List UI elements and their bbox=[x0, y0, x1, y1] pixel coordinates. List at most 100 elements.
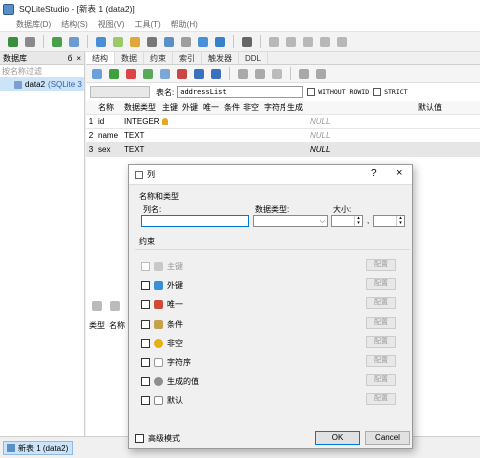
settings-icon[interactable] bbox=[240, 35, 254, 49]
window-task-button[interactable]: 新表 1 (data2) bbox=[3, 441, 73, 455]
configure-check-button[interactable]: 配置 bbox=[366, 317, 396, 329]
table-row[interactable]: 2 name TEXT NULL bbox=[86, 129, 480, 143]
menu-view[interactable]: 视图(V) bbox=[98, 19, 125, 30]
cascade-icon[interactable] bbox=[318, 35, 332, 49]
spin-arrows-icon[interactable]: ▴ ▾ bbox=[396, 216, 404, 226]
table-row[interactable]: 1 id INTEGER NULL bbox=[86, 115, 480, 129]
tab-triggers[interactable]: 触发器 bbox=[202, 52, 239, 64]
database-select[interactable] bbox=[90, 86, 150, 98]
new-table-icon[interactable] bbox=[94, 35, 108, 49]
foreign-key-checkbox[interactable] bbox=[141, 280, 150, 290]
edit-db-icon[interactable] bbox=[67, 35, 81, 49]
export-icon[interactable] bbox=[196, 35, 210, 49]
tab-constraints[interactable]: 约束 bbox=[144, 52, 173, 64]
generated-checkbox[interactable] bbox=[141, 376, 150, 386]
import-icon[interactable] bbox=[213, 35, 227, 49]
db-filter-input[interactable]: 按名称过滤 bbox=[0, 65, 84, 78]
delete-constraint-icon[interactable] bbox=[270, 67, 284, 81]
refresh-icon[interactable] bbox=[90, 67, 104, 81]
db-tree-item-path: (SQLite 3 bbox=[48, 80, 82, 89]
close-panel-icon[interactable]: × bbox=[76, 54, 81, 63]
cell-name[interactable]: id bbox=[96, 115, 122, 129]
database-panel-header: 数据库 б × bbox=[0, 52, 84, 65]
tab-indexes[interactable]: 索引 bbox=[173, 52, 202, 64]
window-list-icon[interactable] bbox=[335, 35, 349, 49]
delete-column-icon[interactable] bbox=[175, 67, 189, 81]
ok-button[interactable]: OK bbox=[315, 431, 360, 445]
add-column-icon[interactable] bbox=[141, 67, 155, 81]
constraint-row-collate: 字符序 配置 bbox=[141, 355, 396, 369]
cell-name[interactable]: name bbox=[96, 129, 122, 143]
default-checkbox[interactable] bbox=[141, 395, 150, 405]
add-constraint-icon[interactable] bbox=[236, 67, 250, 81]
configure-default-button[interactable]: 配置 bbox=[366, 393, 396, 405]
column-name-input[interactable] bbox=[141, 215, 249, 227]
without-rowid-checkbox[interactable] bbox=[307, 88, 316, 96]
tile-horizontal-icon[interactable] bbox=[284, 35, 298, 49]
function-icon[interactable] bbox=[145, 35, 159, 49]
collate-checkbox[interactable] bbox=[141, 357, 150, 367]
edit-table-constraint-icon[interactable] bbox=[108, 299, 122, 313]
cell-name[interactable]: sex bbox=[96, 143, 122, 157]
cell-pk bbox=[160, 115, 180, 129]
edit-table-icon[interactable] bbox=[111, 35, 125, 49]
disconnect-db-icon[interactable] bbox=[23, 35, 37, 49]
configure-not-null-button[interactable]: 配置 bbox=[366, 336, 396, 348]
data-type-select[interactable]: ⌵ bbox=[253, 215, 328, 227]
connect-db-icon[interactable] bbox=[6, 35, 20, 49]
cell-default[interactable]: NULL bbox=[308, 129, 428, 143]
float-panel-icon[interactable]: б bbox=[68, 54, 73, 63]
code-icon[interactable] bbox=[162, 35, 176, 49]
foreign-key-label: 外键 bbox=[167, 280, 183, 290]
unique-checkbox[interactable] bbox=[141, 299, 150, 309]
help-button[interactable]: ? bbox=[371, 168, 377, 179]
move-down-icon[interactable] bbox=[209, 67, 223, 81]
sql-editor-icon[interactable] bbox=[128, 35, 142, 49]
spin-arrows-icon[interactable]: ▴ ▾ bbox=[354, 216, 362, 226]
close-icon[interactable]: × bbox=[396, 167, 402, 179]
tab-structure[interactable]: 结构 bbox=[86, 52, 115, 64]
table-name-label: 表名: bbox=[156, 87, 175, 97]
check-checkbox[interactable] bbox=[141, 319, 150, 329]
configure-unique-button[interactable]: 配置 bbox=[366, 297, 396, 309]
cell-type[interactable]: INTEGER bbox=[122, 115, 160, 129]
commit-icon[interactable] bbox=[107, 67, 121, 81]
menu-tools[interactable]: 工具(T) bbox=[134, 19, 160, 30]
tab-ddl[interactable]: DDL bbox=[239, 52, 269, 64]
cell-type[interactable]: TEXT bbox=[122, 143, 160, 157]
advanced-mode-checkbox[interactable] bbox=[135, 433, 144, 443]
tile-vertical-icon[interactable] bbox=[301, 35, 315, 49]
move-up-icon[interactable] bbox=[192, 67, 206, 81]
cell-default[interactable]: NULL bbox=[308, 143, 428, 157]
menu-help[interactable]: 帮助(H) bbox=[171, 19, 198, 30]
configure-foreign-key-button[interactable]: 配置 bbox=[366, 278, 396, 290]
add-db-icon[interactable] bbox=[50, 35, 64, 49]
size-1-spinbox[interactable]: ▴ ▾ bbox=[331, 215, 363, 227]
tab-data[interactable]: 数据 bbox=[115, 52, 144, 64]
strict-checkbox[interactable] bbox=[373, 88, 382, 96]
configure-generated-button[interactable]: 配置 bbox=[366, 374, 396, 386]
db-tree-item-data2[interactable]: data2 (SQLite 3 bbox=[0, 78, 84, 91]
size-2-spinbox[interactable]: ▴ ▾ bbox=[373, 215, 405, 227]
edit-column-icon[interactable] bbox=[158, 67, 172, 81]
cell-type[interactable]: TEXT bbox=[122, 129, 160, 143]
table-name-input[interactable]: addressList bbox=[177, 86, 304, 98]
import-table-icon[interactable] bbox=[297, 67, 311, 81]
cell-default[interactable]: NULL bbox=[308, 115, 428, 129]
constraint-row-check: 条件 配置 bbox=[141, 317, 396, 331]
menu-structure[interactable]: 结构(S) bbox=[61, 19, 88, 30]
primary-key-checkbox[interactable] bbox=[141, 261, 150, 271]
plugin-icon[interactable] bbox=[179, 35, 193, 49]
table-row[interactable]: 3 sex TEXT NULL bbox=[86, 143, 480, 157]
menu-database[interactable]: 数据库(D) bbox=[16, 19, 51, 30]
rollback-icon[interactable] bbox=[124, 67, 138, 81]
add-table-constraint-icon[interactable] bbox=[90, 299, 104, 313]
export-table-icon[interactable] bbox=[314, 67, 328, 81]
configure-primary-key-button[interactable]: 配置 bbox=[366, 259, 396, 271]
not-null-checkbox[interactable] bbox=[141, 338, 150, 348]
col-header-collate: 字符序 bbox=[264, 102, 285, 112]
configure-collate-button[interactable]: 配置 bbox=[366, 355, 396, 367]
tile-icon[interactable] bbox=[267, 35, 281, 49]
cancel-button[interactable]: Cancel bbox=[365, 431, 410, 445]
edit-constraint-icon[interactable] bbox=[253, 67, 267, 81]
